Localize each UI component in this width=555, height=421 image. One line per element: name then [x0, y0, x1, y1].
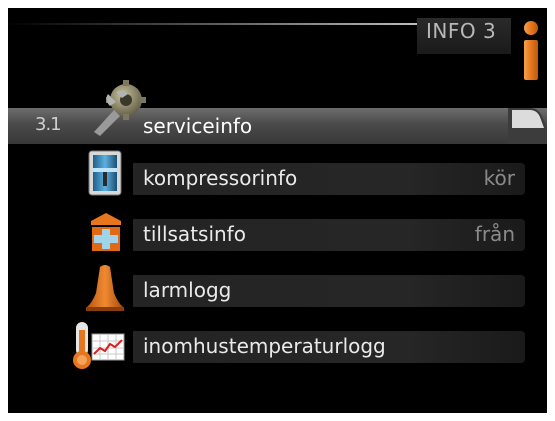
header-divider	[8, 23, 418, 25]
thermometer-chart-icon	[73, 322, 125, 369]
menu-item-serviceinfo[interactable]: 3.1 serviceinfo	[8, 108, 547, 144]
menu-item-value: från	[474, 222, 515, 246]
alarm-bell-icon	[86, 265, 124, 311]
menu-item-larmlogg[interactable]: larmlogg	[133, 275, 525, 307]
selection-corner	[508, 108, 547, 144]
menu-item-tillsatsinfo[interactable]: tillsatsinfo från	[133, 219, 525, 251]
menu-title: INFO 3	[426, 19, 497, 43]
wrench-gear-icon	[94, 80, 146, 136]
menu-item-number: 3.1	[35, 114, 62, 135]
additional-heat-icon	[91, 213, 121, 251]
menu-item-label: tillsatsinfo	[143, 222, 246, 246]
menu-item-label: inomhustemperaturlogg	[143, 334, 386, 358]
menu-item-inomhustemperaturlogg[interactable]: inomhustemperaturlogg	[133, 331, 525, 363]
menu-item-label: kompressorinfo	[143, 166, 298, 190]
compressor-icon	[88, 150, 122, 196]
menu-item-label: larmlogg	[143, 278, 232, 302]
menu-item-kompressorinfo[interactable]: kompressorinfo kör	[133, 163, 525, 195]
menu-item-label: serviceinfo	[143, 114, 253, 138]
display-screen: INFO 3 3.1 serviceinfo kompressorinfo kö…	[8, 8, 547, 413]
info-icon	[524, 21, 538, 80]
menu-item-value: kör	[483, 166, 515, 190]
